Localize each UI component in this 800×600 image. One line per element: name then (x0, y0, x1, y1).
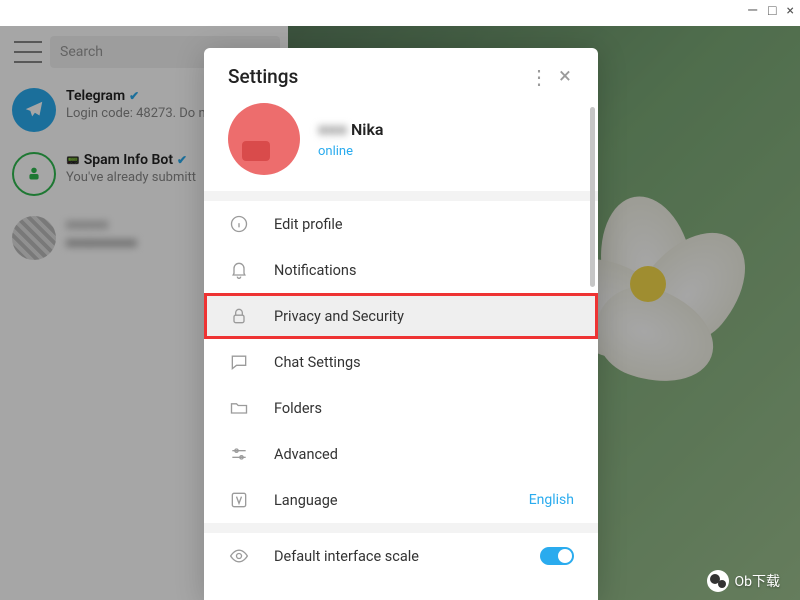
language-value: English (529, 492, 574, 508)
watermark: Ob下载 (707, 570, 781, 592)
eye-icon (228, 545, 250, 567)
wechat-icon (707, 570, 729, 592)
more-options-button[interactable]: ⋮ (526, 65, 552, 89)
menu-privacy-security[interactable]: Privacy and Security (204, 293, 598, 339)
close-window-button[interactable]: × (787, 4, 794, 18)
bell-icon (228, 259, 250, 281)
lock-icon (228, 305, 250, 327)
profile-avatar (228, 103, 300, 175)
language-icon (228, 489, 250, 511)
maximize-button[interactable]: □ (768, 4, 776, 18)
sliders-icon (228, 443, 250, 465)
settings-modal: Settings ⋮ × ■■■ Nika online Edit profil… (204, 48, 598, 600)
menu-language[interactable]: Language English (204, 477, 598, 523)
menu-interface-scale[interactable]: Default interface scale (204, 533, 598, 579)
profile-status: online (318, 144, 384, 159)
chat-icon (228, 351, 250, 373)
menu-chat-settings[interactable]: Chat Settings (204, 339, 598, 385)
profile-name: Nika (351, 120, 384, 139)
profile-section[interactable]: ■■■ Nika online (204, 97, 598, 191)
modal-title: Settings (228, 65, 526, 88)
menu-folders[interactable]: Folders (204, 385, 598, 431)
scrollbar[interactable] (590, 107, 595, 287)
folder-icon (228, 397, 250, 419)
minimize-button[interactable]: — (747, 4, 758, 18)
info-icon (228, 213, 250, 235)
menu-edit-profile[interactable]: Edit profile (204, 201, 598, 247)
close-modal-button[interactable]: × (552, 64, 578, 89)
menu-notifications[interactable]: Notifications (204, 247, 598, 293)
scale-toggle[interactable] (540, 547, 574, 565)
menu-advanced[interactable]: Advanced (204, 431, 598, 477)
